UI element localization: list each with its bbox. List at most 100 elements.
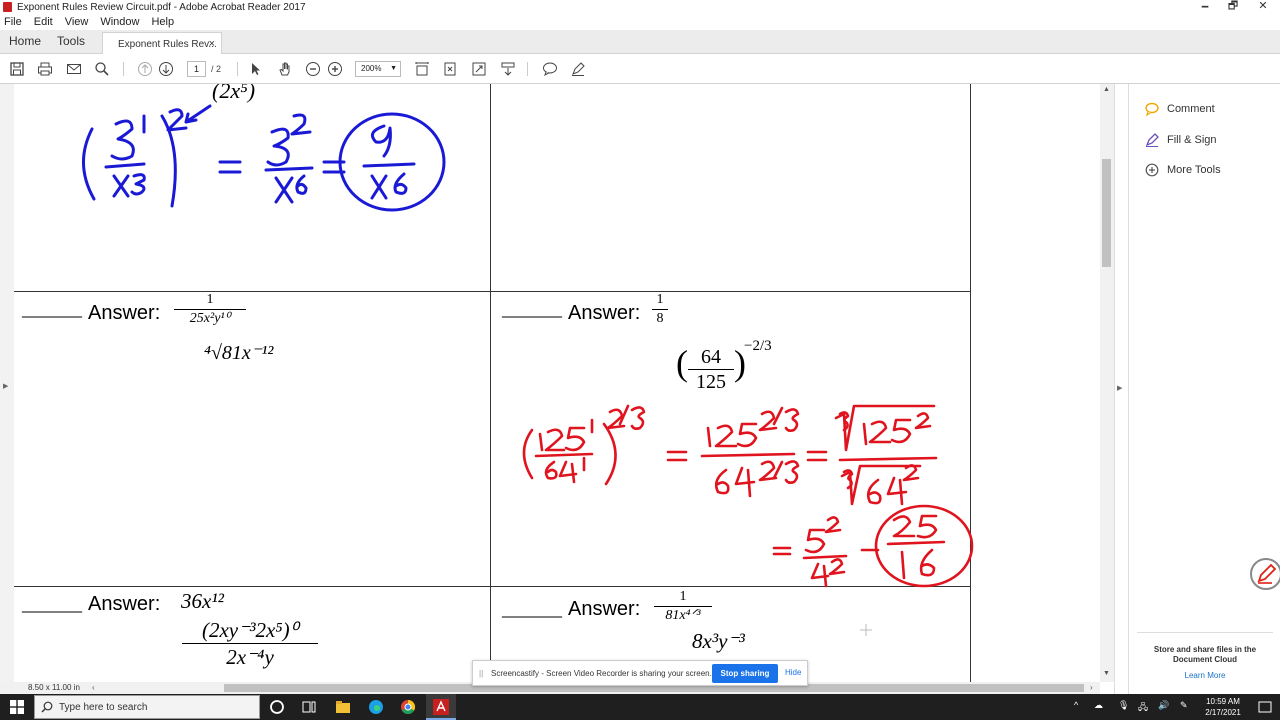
taskbar-clock[interactable]: 10:59 AM 2/17/2021 <box>1198 696 1248 718</box>
full-screen-icon[interactable] <box>471 61 487 77</box>
menu-view[interactable]: View <box>65 16 89 28</box>
select-cursor-icon[interactable] <box>248 61 264 77</box>
menu-help[interactable]: Help <box>151 16 174 28</box>
next-page-icon[interactable] <box>158 61 174 77</box>
fit-width-icon[interactable] <box>414 61 430 77</box>
meet-now-icon[interactable]: 🎙 <box>1118 700 1129 711</box>
toolbar: 1 / 2 200% ▼ <box>0 54 1280 84</box>
page-total: / 2 <box>211 64 222 74</box>
pen-icon <box>1257 563 1277 584</box>
drag-handle-icon[interactable]: || <box>479 669 483 678</box>
menu-window[interactable]: Window <box>100 16 139 28</box>
close-tab-icon[interactable]: × <box>209 38 215 50</box>
annotation-pen-button[interactable] <box>1250 558 1280 590</box>
scroll-mode-icon[interactable] <box>500 61 516 77</box>
problem-numerator: (2xy⁻³2x⁵)⁰ <box>201 618 299 642</box>
grid-line <box>14 586 971 587</box>
answer-blank[interactable]: ______ <box>502 299 562 319</box>
clock-date: 2/17/2021 <box>1205 708 1241 717</box>
zoom-out-icon[interactable] <box>305 61 321 77</box>
network-icon[interactable]: 🖧 <box>1138 700 1148 716</box>
windows-start-icon[interactable] <box>10 700 24 714</box>
problem-numerator: 64 <box>701 346 721 368</box>
menu-file[interactable]: File <box>4 16 22 28</box>
windows-taskbar: Type here to search ^ ☁ 🎙 🖧 🔊 ✎ 10:59 AM… <box>0 694 1280 720</box>
answer-denominator: 25x²y¹⁰ <box>189 311 231 326</box>
tool-comment[interactable]: Comment <box>1145 100 1215 118</box>
zoom-level-select[interactable]: 200% ▼ <box>355 61 401 77</box>
menu-edit[interactable]: Edit <box>34 16 53 28</box>
minimize-button[interactable]: 🗕 <box>1190 0 1220 14</box>
answer-fraction: 1 25x²y¹⁰ <box>174 292 246 327</box>
scroll-right-icon[interactable]: › <box>1090 683 1093 692</box>
tool-more-tools[interactable]: More Tools <box>1145 161 1221 179</box>
file-explorer-icon[interactable] <box>334 698 352 716</box>
hand-tool-icon[interactable] <box>277 61 293 77</box>
title-bar: Exponent Rules Review Circuit.pdf - Adob… <box>0 0 1280 14</box>
tab-document[interactable]: Exponent Rules Rev... × <box>102 32 222 54</box>
right-pane-toggle[interactable]: ▶ <box>1114 84 1127 694</box>
task-view-icon[interactable] <box>300 698 318 716</box>
stop-sharing-button[interactable]: Stop sharing <box>712 664 778 683</box>
problem-expression: ⁴√81x⁻¹² <box>204 342 274 364</box>
tab-tools[interactable]: Tools <box>57 34 85 48</box>
hide-button[interactable]: Hide <box>785 668 801 677</box>
tool-comment-label: Comment <box>1167 103 1215 115</box>
tool-fill-sign-label: Fill & Sign <box>1167 134 1217 146</box>
fit-page-icon[interactable] <box>442 61 458 77</box>
previous-page-icon[interactable] <box>137 61 153 77</box>
answer-label: Answer: <box>88 302 161 324</box>
acrobat-icon <box>433 699 449 715</box>
page-number-input[interactable]: 1 <box>187 61 206 77</box>
notifications-icon[interactable] <box>1256 698 1274 716</box>
print-icon[interactable] <box>37 61 53 77</box>
menu-bar: File Edit View Window Help <box>0 14 1280 30</box>
answer-value: 36x¹² <box>181 589 224 613</box>
taskbar-search[interactable]: Type here to search <box>34 695 260 719</box>
scroll-up-icon[interactable]: ▲ <box>1103 86 1110 93</box>
acrobat-app-icon <box>3 2 12 12</box>
left-panel-toggle[interactable]: ▶ <box>0 84 14 682</box>
tray-overflow-icon[interactable]: ^ <box>1074 700 1078 710</box>
highlight-pen-icon[interactable] <box>570 61 586 77</box>
scrollbar-thumb[interactable] <box>1102 159 1111 267</box>
chrome-browser-icon[interactable] <box>399 698 417 716</box>
save-icon[interactable] <box>9 61 25 77</box>
red-handwriting <box>522 404 974 588</box>
zoom-in-icon[interactable] <box>327 61 343 77</box>
screen-share-bar: || Screencastify - Screen Video Recorder… <box>472 660 808 686</box>
maximize-button[interactable]: 🗗 <box>1218 0 1248 14</box>
comment-icon[interactable] <box>542 61 558 77</box>
onedrive-icon[interactable]: ☁ <box>1094 700 1103 711</box>
promo-text: Store and share files in the Document Cl… <box>1153 645 1257 664</box>
tool-fill-sign[interactable]: Fill & Sign <box>1145 131 1217 149</box>
fraction-bar <box>182 643 318 644</box>
acrobat-taskbar-button[interactable] <box>426 694 456 720</box>
vertical-scrollbar[interactable]: ▲ ▼ <box>1100 84 1114 682</box>
fill-sign-icon <box>1145 133 1159 147</box>
search-icon[interactable] <box>94 61 110 77</box>
scroll-down-icon[interactable]: ▼ <box>1103 670 1110 677</box>
email-icon[interactable] <box>66 61 82 77</box>
toolbar-separator <box>123 62 124 76</box>
answer-blank[interactable]: ______ <box>502 599 562 619</box>
zoom-level-value: 200% <box>361 64 382 73</box>
close-window-button[interactable]: ✕ <box>1248 0 1278 14</box>
comment-icon <box>1145 102 1159 116</box>
pen-workspace-icon[interactable]: ✎ <box>1180 700 1188 711</box>
cortana-icon[interactable] <box>268 698 286 716</box>
fraction-bar <box>688 369 734 370</box>
answer-blank[interactable]: ______ <box>22 299 82 319</box>
answer-numerator: 1 <box>206 292 214 307</box>
tab-bar: Home Tools Exponent Rules Rev... × <box>0 30 1280 54</box>
search-icon <box>41 701 53 713</box>
fraction-bar <box>174 309 246 310</box>
problem-exponent: −2/3 <box>744 338 772 354</box>
edge-browser-icon[interactable] <box>367 698 385 716</box>
grid-line <box>970 84 971 682</box>
learn-more-link[interactable]: Learn More <box>1137 671 1273 680</box>
answer-blank[interactable]: ______ <box>22 594 82 614</box>
tab-home[interactable]: Home <box>9 34 41 48</box>
scroll-left-icon[interactable]: ‹ <box>92 683 95 692</box>
volume-icon[interactable]: 🔊 <box>1158 700 1169 711</box>
